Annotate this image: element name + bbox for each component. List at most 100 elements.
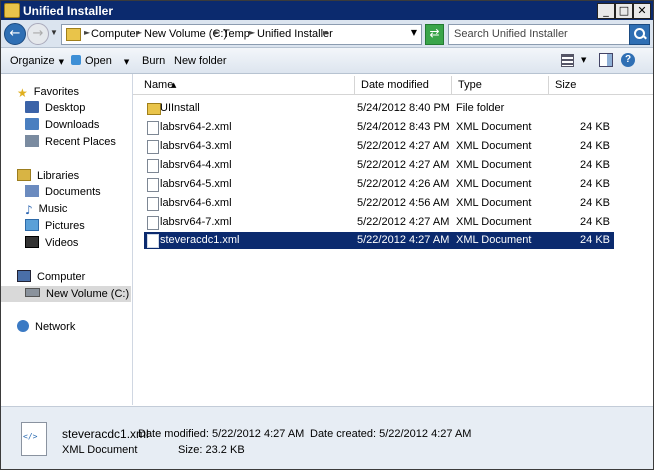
file-date: 5/22/2012 4:27 AM [357, 234, 450, 246]
file-name: labsrv64-5.xml [160, 178, 232, 190]
file-type: XML Document [456, 159, 532, 171]
videos-icon [25, 236, 39, 248]
column-size[interactable]: Size [549, 76, 611, 94]
breadcrumb-separator[interactable]: ► [136, 28, 142, 37]
file-size: 24 KB [580, 159, 610, 171]
recent-pages-dropdown[interactable]: ▼ [50, 28, 58, 37]
table-row[interactable]: labsrv64-5.xml 5/22/2012 4:26 AM XML Doc… [144, 176, 614, 193]
address-history-dropdown[interactable]: ▼ [411, 28, 417, 37]
organize-label: Organize [10, 55, 55, 67]
file-size: 24 KB [580, 178, 610, 190]
chevron-down-icon: ▼ [58, 58, 65, 66]
address-box[interactable]: ► Computer ► New Volume (C:) ► Temp ► Un… [61, 24, 422, 45]
nav-libraries[interactable]: Libraries [17, 168, 79, 184]
column-date-modified[interactable]: Date modified [355, 76, 452, 94]
nav-new-volume[interactable]: New Volume (C:) [1, 286, 131, 302]
minimize-button[interactable]: _ [597, 3, 615, 19]
column-name[interactable]: Name ▲ [133, 76, 355, 94]
star-icon: ★ [17, 86, 28, 100]
file-type: XML Document [456, 216, 532, 228]
file-name: labsrv64-7.xml [160, 216, 232, 228]
breadcrumb-computer[interactable]: Computer [91, 28, 139, 40]
chevron-down-icon: ▼ [123, 58, 130, 66]
nav-libraries-label: Libraries [37, 170, 80, 182]
refresh-button[interactable]: ⇄ [425, 24, 444, 45]
nav-network[interactable]: Network [17, 319, 75, 335]
column-header: Name ▲ Date modified Type Size [133, 76, 653, 95]
file-name: steveracdc1.xml [160, 234, 240, 246]
table-row[interactable]: labsrv64-7.xml 5/22/2012 4:27 AM XML Doc… [144, 214, 614, 231]
network-icon [17, 320, 29, 332]
xml-file-icon [147, 140, 159, 154]
view-dropdown[interactable]: ▼ [581, 56, 586, 64]
help-icon[interactable]: ? [621, 53, 635, 67]
burn-button[interactable]: Burn [142, 55, 165, 67]
nav-downloads[interactable]: Downloads [25, 117, 99, 133]
nav-music[interactable]: ♪ Music [25, 201, 67, 217]
file-size: 24 KB [580, 197, 610, 209]
breadcrumb-separator[interactable]: ► [214, 28, 220, 37]
desktop-icon [25, 101, 39, 113]
breadcrumb-separator[interactable]: ► [84, 28, 90, 37]
pictures-icon [25, 219, 39, 231]
nav-computer-label: Computer [37, 271, 86, 283]
details-filename: steveracdc1.xml [62, 427, 149, 441]
new-folder-button[interactable]: New folder [174, 55, 227, 67]
file-date: 5/22/2012 4:26 AM [357, 178, 450, 190]
table-row[interactable]: UIInstall 5/24/2012 8:40 PM File folder [144, 100, 614, 117]
computer-icon [17, 270, 31, 282]
breadcrumb-separator[interactable]: ► [249, 28, 255, 37]
file-date: 5/22/2012 4:56 AM [357, 197, 450, 209]
search-icon[interactable] [629, 24, 650, 45]
xml-file-icon [21, 422, 47, 456]
back-button[interactable]: ← [4, 23, 26, 45]
breadcrumb-temp[interactable]: Temp [223, 28, 250, 40]
xml-file-icon [147, 234, 159, 248]
file-size: 24 KB [580, 234, 610, 246]
column-type[interactable]: Type [452, 76, 549, 94]
table-row[interactable]: labsrv64-4.xml 5/22/2012 4:27 AM XML Doc… [144, 157, 614, 174]
breadcrumb-unified-installer[interactable]: Unified Installer [257, 28, 333, 40]
nav-computer[interactable]: Computer [17, 269, 85, 285]
folder-icon [66, 28, 81, 41]
close-button[interactable]: ✕ [633, 3, 651, 19]
table-row-selected[interactable]: steveracdc1.xml 5/22/2012 4:27 AM XML Do… [144, 232, 614, 249]
nav-videos-label: Videos [45, 237, 79, 249]
xml-file-icon [147, 159, 159, 173]
file-date: 5/24/2012 8:43 PM [357, 121, 450, 133]
table-row[interactable]: labsrv64-6.xml 5/22/2012 4:56 AM XML Doc… [144, 195, 614, 212]
recent-places-icon [25, 135, 39, 147]
command-bar: Organize ▼ Open ▼ Burn New folder ▼ ? [1, 48, 653, 74]
preview-pane-icon[interactable] [599, 53, 613, 67]
file-name: labsrv64-2.xml [160, 121, 232, 133]
nav-recent-places-label: Recent Places [45, 136, 116, 148]
address-bar: ← → ▼ ► Computer ► New Volume (C:) ► Tem… [1, 20, 653, 48]
nav-favorites[interactable]: ★ Favorites [17, 84, 79, 100]
open-icon [71, 55, 81, 65]
file-type: XML Document [456, 197, 532, 209]
nav-pictures[interactable]: Pictures [25, 218, 85, 234]
forward-button[interactable]: → [27, 23, 49, 45]
details-size: Size: 23.2 KB [178, 444, 245, 456]
nav-documents[interactable]: Documents [25, 184, 101, 200]
table-row[interactable]: labsrv64-2.xml 5/24/2012 8:43 PM XML Doc… [144, 119, 614, 136]
title-bar[interactable]: Unified Installer _ □ ✕ [1, 1, 653, 20]
file-type: XML Document [456, 140, 532, 152]
search-input[interactable]: Search Unified Installer [448, 24, 650, 45]
file-size: 24 KB [580, 121, 610, 133]
downloads-icon [25, 118, 39, 130]
maximize-button[interactable]: □ [615, 3, 633, 19]
breadcrumb-separator[interactable]: ► [323, 28, 329, 37]
nav-recent-places[interactable]: Recent Places [25, 134, 116, 150]
nav-desktop[interactable]: Desktop [25, 100, 85, 116]
table-row[interactable]: labsrv64-3.xml 5/22/2012 4:27 AM XML Doc… [144, 138, 614, 155]
organize-button[interactable]: Organize ▼ [10, 55, 64, 67]
explorer-window: Unified Installer _ □ ✕ ← → ▼ ► Computer… [0, 0, 654, 470]
nav-desktop-label: Desktop [45, 102, 86, 114]
nav-videos[interactable]: Videos [25, 235, 78, 251]
change-view-icon[interactable] [561, 54, 574, 67]
window-title: Unified Installer [23, 4, 114, 18]
xml-file-icon [147, 121, 159, 135]
open-button[interactable]: Open ▼ [71, 55, 129, 67]
file-date: 5/22/2012 4:27 AM [357, 216, 450, 228]
